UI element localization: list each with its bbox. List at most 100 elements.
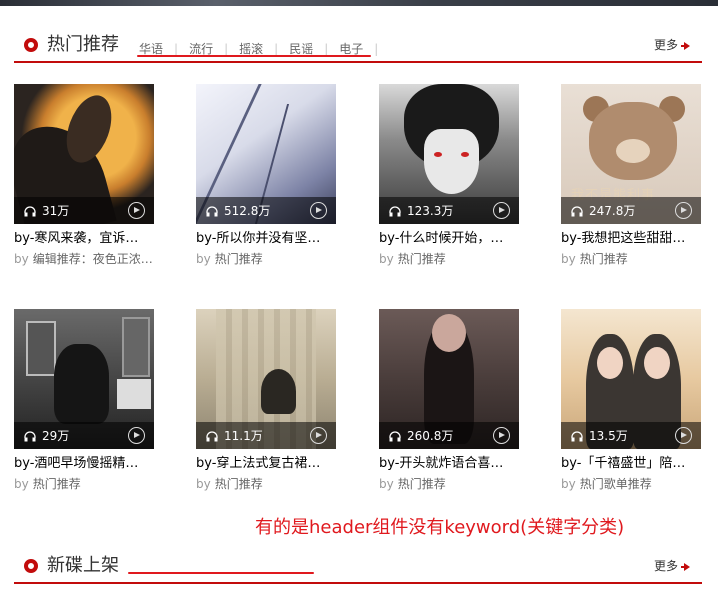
cover-art [644,347,670,379]
play-count: 123.3万 [407,204,454,218]
by-prefix: by [561,477,576,491]
play-circle-icon[interactable] [493,427,510,444]
cover-art [616,139,650,163]
source-text: 热门推荐 [397,252,446,266]
playlist-source: by 热门推荐 [196,251,336,267]
playlist-name[interactable]: by-「千禧盛世」陪… [561,455,701,473]
cover-art [432,314,466,352]
play-count: 260.8万 [407,429,454,443]
playlist-source: by 编辑推荐：夜色正浓… [14,251,154,267]
play-circle-icon[interactable] [128,202,145,219]
more-label: 更多 [653,559,678,573]
play-count: 512.8万 [224,204,271,218]
play-circle-icon[interactable] [310,427,327,444]
red-ring-icon [24,559,38,573]
cover-art [261,369,296,414]
by-prefix: by [14,477,29,491]
arrow-right-icon [681,562,690,571]
playlist-card: 13.5万 by-「千禧盛世」陪… by 热门歌单推荐 [561,309,701,492]
headphones-icon [571,431,583,442]
more-link[interactable]: 更多 [654,558,690,574]
playlist-cover[interactable]: 29万 [14,309,154,449]
play-count: 31万 [42,204,70,218]
tab-separator: | [374,42,379,56]
play-count: 247.8万 [589,204,636,218]
playlist-source: by 热门歌单推荐 [561,476,701,492]
headphones-icon [389,431,401,442]
red-ring-icon [24,38,38,52]
headphones-icon [206,206,218,217]
by-prefix: by [561,252,576,266]
playlist-name[interactable]: by-所以你并没有坚… [196,230,336,248]
play-count: 11.1万 [224,429,263,443]
cover-art [461,152,469,157]
playlist-cover[interactable]: 31万 [14,84,154,224]
playlist-card: 260.8万 by-开头就炸语合喜… by 热门推荐 [379,309,519,492]
playlist-cover[interactable]: 11.1万 [196,309,336,449]
playlist-source: by 热门推荐 [14,476,154,492]
hot-recommend-header: 热门推荐 华语 | 流行 | 摇滚 | 民谣 | 电子 | 更多 [14,33,702,63]
playlist-name[interactable]: by-穿上法式复古裙… [196,455,336,473]
playlist-card: 123.3万 by-什么时候开始，… by 热门推荐 [379,84,519,267]
playlist-name[interactable]: by-开头就炸语合喜… [379,455,519,473]
playlist-name[interactable]: by-寒风来袭，宜诉… [14,230,154,248]
cover-art [597,347,623,379]
play-circle-icon[interactable] [128,427,145,444]
playlist-source: by 热门推荐 [379,476,519,492]
section-title[interactable]: 热门推荐 [47,33,119,57]
playlist-card: 31万 by-寒风来袭，宜诉… by 编辑推荐：夜色正浓… [14,84,154,267]
play-count: 29万 [42,429,70,443]
playlist-cover[interactable]: 512.8万 [196,84,336,224]
arrow-right-icon [681,41,690,50]
annotation-note: 有的是header组件没有keyword(关键字分类) [255,517,625,538]
new-album-header: 新碟上架 更多 [14,554,702,584]
source-text: 编辑推荐：夜色正浓… [32,252,153,266]
play-circle-icon[interactable] [675,202,692,219]
cover-art [122,317,150,377]
playlist-source: by 热门推荐 [196,476,336,492]
playlist-cover[interactable]: 我不是熊利事 247.8万 [561,84,701,224]
playlist-source: by 热门推荐 [379,251,519,267]
headphones-icon [389,206,401,217]
playlist-name[interactable]: by-我想把这些甜甜… [561,230,701,248]
top-banner-edge [0,0,718,6]
source-text: 热门推荐 [579,252,628,266]
source-text: 热门推荐 [32,477,81,491]
cover-art [26,321,56,376]
cover-art [434,152,442,157]
headphones-icon [24,431,36,442]
annotation-underline [128,572,314,574]
headphones-icon [571,206,583,217]
play-circle-icon[interactable] [675,427,692,444]
play-circle-icon[interactable] [493,202,510,219]
play-count: 13.5万 [589,429,628,443]
play-circle-icon[interactable] [310,202,327,219]
playlist-card: 512.8万 by-所以你并没有坚… by 热门推荐 [196,84,336,267]
headphones-icon [206,431,218,442]
playlist-cover[interactable]: 260.8万 [379,309,519,449]
by-prefix: by [196,252,211,266]
source-text: 热门推荐 [214,477,263,491]
section-title[interactable]: 新碟上架 [47,554,119,578]
playlist-card: 29万 by-酒吧早场慢摇精… by 热门推荐 [14,309,154,492]
more-label: 更多 [653,38,678,52]
source-text: 热门歌单推荐 [579,477,652,491]
cover-art [117,379,151,409]
by-prefix: by [196,477,211,491]
source-text: 热门推荐 [397,477,446,491]
playlist-card: 我不是熊利事 247.8万 by-我想把这些甜甜… by 热门推荐 [561,84,701,267]
headphones-icon [24,206,36,217]
by-prefix: by [14,252,29,266]
annotation-underline [137,55,371,57]
by-prefix: by [379,477,394,491]
playlist-cover[interactable]: 123.3万 [379,84,519,224]
cover-art [424,129,479,194]
playlist-name[interactable]: by-酒吧早场慢摇精… [14,455,154,473]
source-text: 热门推荐 [214,252,263,266]
playlist-name[interactable]: by-什么时候开始，… [379,230,519,248]
playlist-cover[interactable]: 13.5万 [561,309,701,449]
more-link[interactable]: 更多 [654,37,690,53]
by-prefix: by [379,252,394,266]
playlist-card: 11.1万 by-穿上法式复古裙… by 热门推荐 [196,309,336,492]
playlist-source: by 热门推荐 [561,251,701,267]
